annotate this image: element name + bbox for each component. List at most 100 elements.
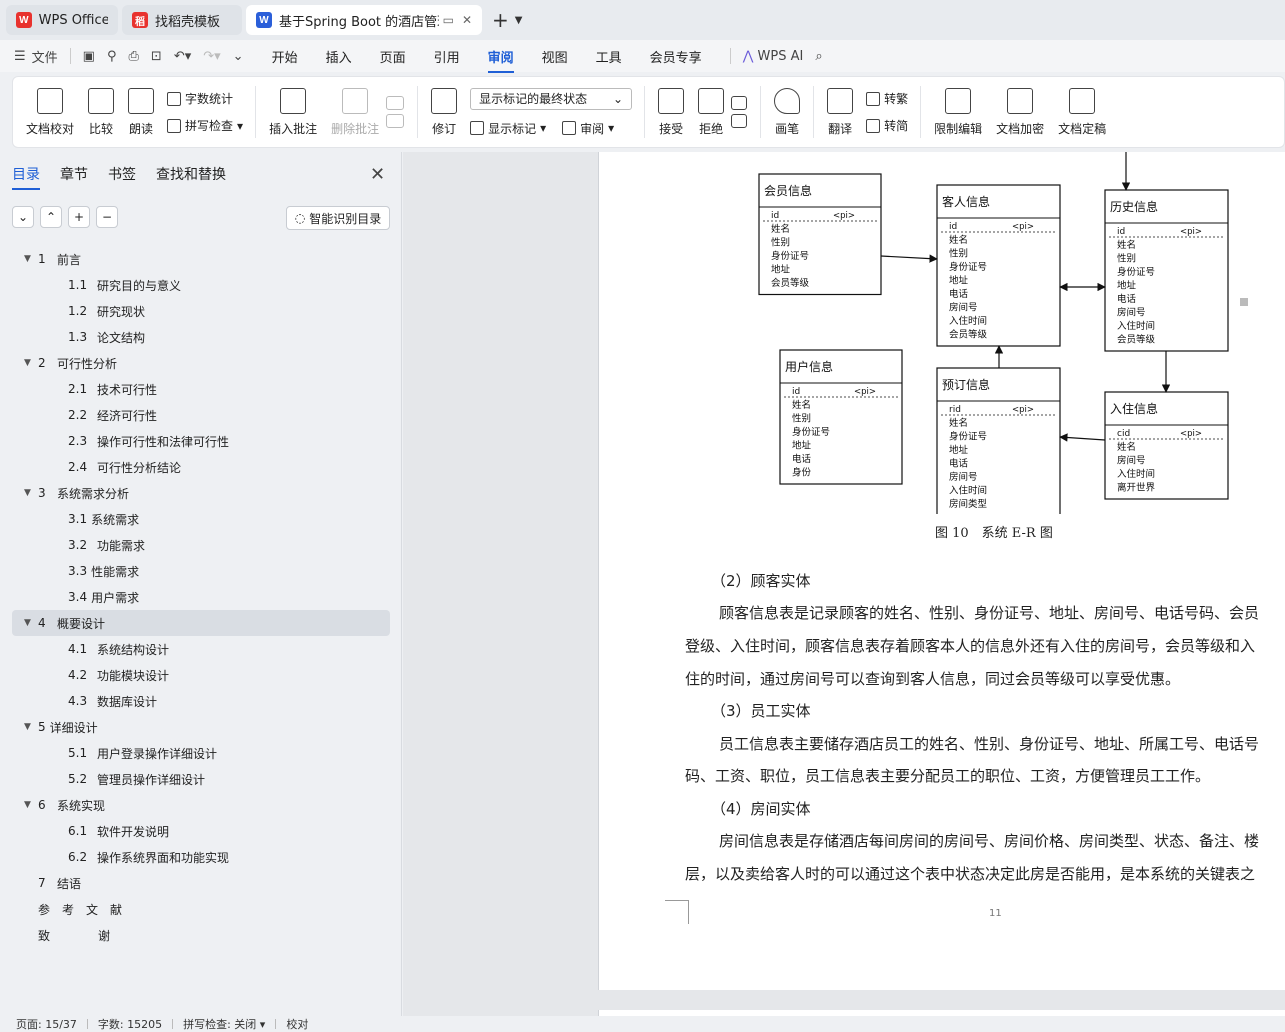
tab-find-replace[interactable]: 查找和替换 <box>156 164 226 190</box>
toc-item[interactable]: 3.4 用户需求 <box>12 584 390 610</box>
toc-item[interactable]: 4.2 功能模块设计 <box>12 662 390 688</box>
toc-item[interactable]: 3.3 性能需求 <box>12 558 390 584</box>
toc-item[interactable]: ▼ 6 系统实现 <box>12 792 390 818</box>
pen-button[interactable]: 画笔 <box>774 87 801 137</box>
page-indicator[interactable]: 页面: 15/37 <box>16 1016 77 1032</box>
tab-template[interactable]: 稻 找稻壳模板 <box>122 5 242 35</box>
change-nav-button[interactable] <box>731 96 748 128</box>
toc-item[interactable]: 5.1 用户登录操作详细设计 <box>12 740 390 766</box>
caret-down-icon[interactable]: ▼ <box>24 800 38 810</box>
search-icon[interactable]: ⌕ <box>815 49 822 64</box>
scroll-marker[interactable] <box>1240 298 1248 306</box>
toc-item[interactable]: 5.2 管理员操作详细设计 <box>12 766 390 792</box>
toc-item[interactable]: 1.2 研究现状 <box>12 298 390 324</box>
reject-button[interactable]: 拒绝 <box>698 87 725 137</box>
close-icon[interactable]: ✕ <box>462 13 472 27</box>
show-markup-button[interactable]: 显示标记 ▾ <box>470 120 546 137</box>
preview-icon[interactable]: ⊡ <box>151 49 162 64</box>
toc-item[interactable]: 6.1 软件开发说明 <box>12 818 390 844</box>
caret-down-icon[interactable]: ▼ <box>24 618 38 628</box>
word-count-button[interactable]: 字数统计 <box>167 90 243 107</box>
spell-check-button[interactable]: 拼写检查 ▾ <box>167 117 243 134</box>
toc-item[interactable]: 3.2 功能需求 <box>12 532 390 558</box>
tab-bookmarks[interactable]: 书签 <box>108 164 136 190</box>
encrypt-button[interactable]: 文档加密 <box>996 87 1044 137</box>
caret-down-icon[interactable]: ▼ <box>24 488 38 498</box>
tab-wps-office[interactable]: W WPS Office <box>6 5 118 35</box>
compare-button[interactable]: 比较 <box>88 87 115 137</box>
caret-down-icon[interactable]: ▼ <box>24 722 38 732</box>
menu-page[interactable]: 页面 <box>380 47 406 66</box>
read-aloud-label: 朗读 <box>129 121 154 136</box>
tab-toc[interactable]: 目录 <box>12 164 40 190</box>
revise-button[interactable]: 修订 <box>431 87 458 137</box>
toc-item[interactable]: 参 考 文 献 <box>12 896 390 922</box>
menu-insert[interactable]: 插入 <box>326 47 352 66</box>
menu-start[interactable]: 开始 <box>272 47 298 66</box>
toc-item[interactable]: 致 谢 <box>12 922 390 948</box>
share-icon[interactable]: ⚲ <box>107 49 117 64</box>
save-icon[interactable]: ▣ <box>83 49 95 64</box>
docer-logo-icon: 稻 <box>132 12 148 28</box>
toc-item[interactable]: 2.2 经济可行性 <box>12 402 390 428</box>
toc-item[interactable]: ▼ 1 前言 <box>12 246 390 272</box>
finalize-button[interactable]: 文档定稿 <box>1058 87 1106 137</box>
menu-view[interactable]: 视图 <box>542 47 568 66</box>
review-pane-icon <box>562 121 577 135</box>
menu-icon[interactable]: ☰ <box>14 49 26 64</box>
proof-indicator[interactable]: 校对 <box>286 1016 308 1032</box>
toc-item[interactable]: 2.4 可行性分析结论 <box>12 454 390 480</box>
toc-item[interactable]: 3.1 系统需求 <box>12 506 390 532</box>
chevron-down-icon[interactable]: ▼ <box>515 15 523 26</box>
delete-comment-button[interactable]: 删除批注 <box>331 87 379 137</box>
toc-item[interactable]: 2.3 操作可行性和法律可行性 <box>12 428 390 454</box>
review-pane-button[interactable]: 审阅 ▾ <box>562 120 614 137</box>
file-menu[interactable]: 文件 <box>32 47 58 66</box>
wps-ai-button[interactable]: ⋀ WPS AI <box>743 49 804 64</box>
translate-button[interactable]: 翻译 <box>827 87 854 137</box>
toc-item[interactable]: ▼ 4 概要设计 <box>12 610 390 636</box>
insert-comment-button[interactable]: 插入批注 <box>269 87 317 137</box>
caret-down-icon[interactable]: ▼ <box>24 254 38 264</box>
undo-icon[interactable]: ↶▾ <box>174 49 191 64</box>
close-icon[interactable]: ✕ <box>370 164 385 185</box>
print-icon[interactable]: ⎙ <box>129 49 139 64</box>
toc-item[interactable]: 4.1 系统结构设计 <box>12 636 390 662</box>
collapse-up-icon[interactable]: ⌃ <box>40 206 62 228</box>
remove-heading-icon[interactable]: − <box>96 206 118 228</box>
read-aloud-button[interactable]: 朗读 <box>128 87 155 137</box>
restrict-edit-button[interactable]: 限制编辑 <box>934 87 982 137</box>
menu-tools[interactable]: 工具 <box>596 47 622 66</box>
menu-review[interactable]: 审阅 <box>487 47 514 73</box>
redo-icon[interactable]: ↷▾ <box>203 49 220 64</box>
more-chevron-icon[interactable]: ⌄ <box>233 49 244 64</box>
accept-button[interactable]: 接受 <box>658 87 685 137</box>
toc-item[interactable]: ▼ 2 可行性分析 <box>12 350 390 376</box>
to-traditional-button[interactable]: 转繁 <box>866 90 908 107</box>
monitor-icon[interactable]: ▭ <box>443 13 454 27</box>
spell-check-indicator[interactable]: 拼写检查: 关闭 ▾ <box>183 1016 265 1032</box>
toc-item[interactable]: ▼ 3 系统需求分析 <box>12 480 390 506</box>
toc-item[interactable]: 2.1 技术可行性 <box>12 376 390 402</box>
tab-document[interactable]: W 基于Spring Boot 的酒店管理 ▭ ✕ <box>246 5 482 35</box>
to-simplified-button[interactable]: 转简 <box>866 117 908 134</box>
markup-state-select[interactable]: 显示标记的最终状态 ⌄ <box>470 87 633 110</box>
toc-item[interactable]: 6.2 操作系统界面和功能实现 <box>12 844 390 870</box>
expand-down-icon[interactable]: ⌄ <box>12 206 34 228</box>
entity-field: 身份证号 <box>949 431 987 443</box>
caret-down-icon[interactable]: ▼ <box>24 358 38 368</box>
comment-nav-button[interactable] <box>386 96 405 128</box>
smart-toc-button[interactable]: ◌ 智能识别目录 <box>286 206 390 230</box>
word-count-indicator[interactable]: 字数: 15205 <box>98 1016 162 1032</box>
toc-item[interactable]: ▼ 5 详细设计 <box>12 714 390 740</box>
new-tab-plus-icon[interactable]: + <box>492 8 509 32</box>
menu-reference[interactable]: 引用 <box>434 47 460 66</box>
toc-item[interactable]: 1.3 论文结构 <box>12 324 390 350</box>
add-heading-icon[interactable]: + <box>68 206 90 228</box>
doc-proof-button[interactable]: 文档校对 <box>26 87 74 137</box>
menu-member[interactable]: 会员专享 <box>650 47 702 66</box>
toc-item[interactable]: 7 结语 <box>12 870 390 896</box>
toc-item[interactable]: 1.1 研究目的与意义 <box>12 272 390 298</box>
toc-item[interactable]: 4.3 数据库设计 <box>12 688 390 714</box>
tab-chapters[interactable]: 章节 <box>60 164 88 190</box>
